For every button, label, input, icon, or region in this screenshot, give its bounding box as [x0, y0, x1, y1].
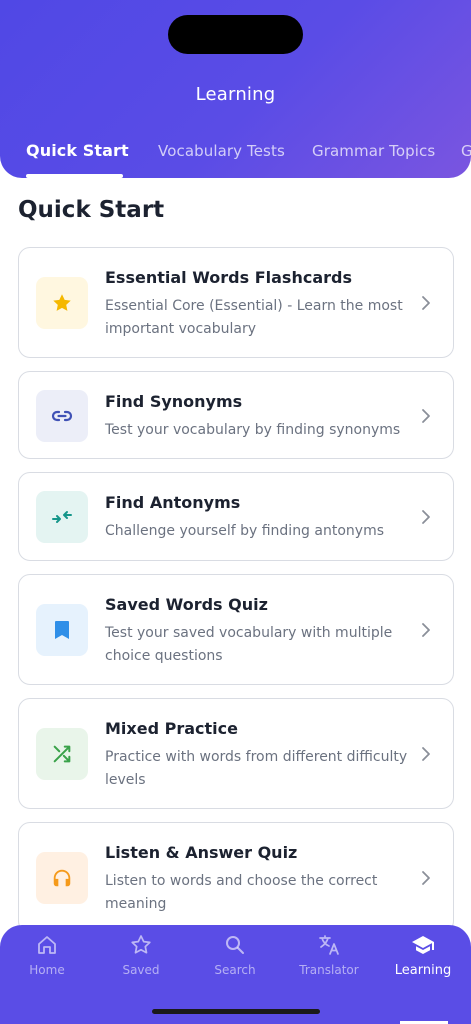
tab-bar: Quick Start Vocabulary Tests Grammar Top…: [0, 138, 471, 178]
compare-arrows-icon: [36, 491, 88, 543]
card-description: Test your saved vocabulary with multiple…: [105, 625, 393, 664]
active-tab-indicator: [26, 174, 123, 178]
nav-label: Saved: [122, 963, 160, 977]
card-title: Listen & Answer Quiz: [105, 843, 298, 862]
card-description: Challenge yourself by finding antonyms: [105, 523, 384, 539]
chevron-right-icon: [422, 409, 430, 423]
nav-item-search[interactable]: Search: [188, 933, 282, 977]
graduation-cap-icon: [412, 936, 434, 954]
tab-next-partial[interactable]: G: [461, 142, 471, 160]
translate-icon: [319, 935, 339, 955]
nav-item-saved[interactable]: Saved: [94, 933, 188, 977]
card-title: Saved Words Quiz: [105, 595, 268, 614]
app-header: Learning Quick Start Vocabulary Tests Gr…: [0, 0, 471, 178]
tab-quick-start[interactable]: Quick Start: [26, 141, 129, 160]
tab-vocabulary-tests[interactable]: Vocabulary Tests: [158, 142, 285, 160]
card-description: Listen to words and choose the correct m…: [105, 873, 378, 912]
card-saved-words-quiz[interactable]: Saved Words Quiz Test your saved vocabul…: [18, 574, 454, 685]
card-title: Essential Words Flashcards: [105, 268, 352, 287]
shuffle-icon: [36, 728, 88, 780]
nav-label: Search: [214, 963, 256, 977]
card-description: Test your vocabulary by finding synonyms: [105, 422, 401, 438]
home-icon: [38, 936, 56, 954]
card-title: Find Antonyms: [105, 493, 241, 512]
card-description: Practice with words from different diffi…: [105, 749, 408, 788]
card-find-antonyms[interactable]: Find Antonyms Challenge yourself by find…: [18, 472, 454, 561]
star-icon: [36, 277, 88, 329]
bookmark-icon: [36, 604, 88, 656]
chevron-right-icon: [422, 296, 430, 310]
chevron-right-icon: [422, 510, 430, 524]
card-essential-words-flashcards[interactable]: Essential Words Flashcards Essential Cor…: [18, 247, 454, 358]
chevron-right-icon: [422, 871, 430, 885]
dynamic-island: [168, 15, 303, 54]
chevron-right-icon: [422, 623, 430, 637]
search-icon: [226, 936, 244, 954]
tab-grammar-topics[interactable]: Grammar Topics: [312, 142, 435, 160]
chevron-right-icon: [422, 747, 430, 761]
card-listen-answer-quiz[interactable]: Listen & Answer Quiz Listen to words and…: [18, 822, 454, 933]
card-find-synonyms[interactable]: Find Synonyms Test your vocabulary by fi…: [18, 371, 454, 459]
nav-item-translator[interactable]: Translator: [282, 933, 376, 977]
nav-label: Learning: [394, 963, 452, 978]
page-title: Learning: [195, 84, 276, 105]
nav-item-learning[interactable]: Learning: [376, 933, 470, 978]
card-title: Find Synonyms: [105, 392, 243, 411]
card-description: Essential Core (Essential) - Learn the m…: [105, 298, 403, 337]
nav-label: Translator: [299, 963, 359, 977]
nav-label: Home: [29, 963, 65, 977]
section-title: Quick Start: [18, 197, 165, 223]
headphones-icon: [36, 852, 88, 904]
card-mixed-practice[interactable]: Mixed Practice Practice with words from …: [18, 698, 454, 809]
nav-item-home[interactable]: Home: [0, 933, 94, 977]
star-outline-icon: [131, 935, 151, 954]
link-icon: [36, 390, 88, 442]
home-indicator: [152, 1009, 320, 1014]
card-title: Mixed Practice: [105, 719, 238, 738]
